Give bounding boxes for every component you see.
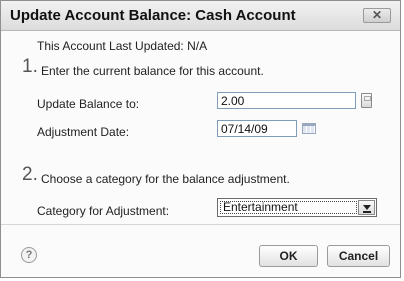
step-1-number: 1. — [22, 56, 38, 77]
step-1-instruction: Enter the current balance for this accou… — [41, 64, 264, 78]
close-button[interactable]: ✕ — [363, 8, 391, 23]
title-bar: Update Account Balance: Cash Account ✕ — [1, 1, 400, 31]
calculator-icon[interactable] — [361, 93, 372, 108]
dialog-title: Update Account Balance: Cash Account — [10, 7, 296, 24]
cancel-button[interactable]: Cancel — [327, 245, 390, 267]
date-label: Adjustment Date: — [37, 125, 130, 139]
calendar-icon[interactable] — [302, 123, 316, 134]
balance-input[interactable]: 2.00 — [217, 92, 356, 109]
category-selected-value: Entertainment — [220, 201, 357, 214]
help-icon[interactable]: ? — [21, 247, 37, 263]
date-input[interactable]: 07/14/09 — [217, 120, 297, 137]
last-updated-text: This Account Last Updated: N/A — [37, 39, 208, 53]
footer-divider — [1, 224, 400, 225]
category-label: Category for Adjustment: — [37, 204, 170, 218]
step-2-instruction: Choose a category for the balance adjust… — [41, 172, 290, 186]
update-balance-dialog: Update Account Balance: Cash Account ✕ T… — [0, 0, 401, 278]
balance-label: Update Balance to: — [37, 97, 140, 111]
ok-button[interactable]: OK — [259, 245, 318, 267]
close-icon: ✕ — [372, 8, 383, 22]
dropdown-arrow-icon[interactable] — [358, 200, 375, 215]
step-2-number: 2. — [22, 164, 38, 185]
category-select[interactable]: Entertainment — [217, 198, 377, 217]
